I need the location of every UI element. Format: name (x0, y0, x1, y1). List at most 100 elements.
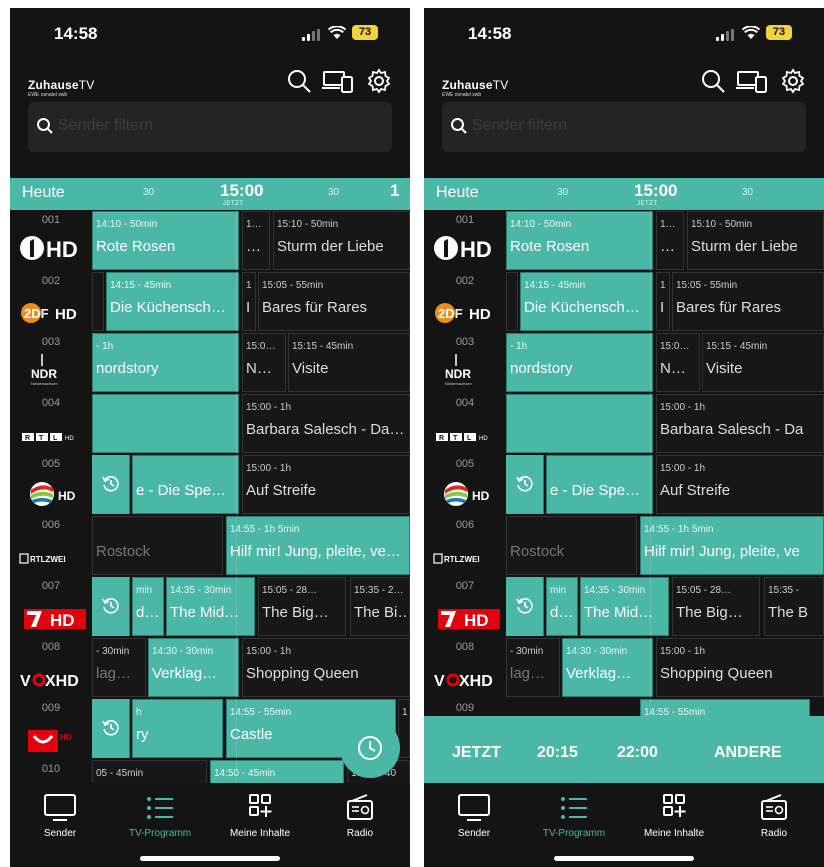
channel-filter-input[interactable]: Sender filtern (28, 102, 392, 152)
channel-cell[interactable]: 009 HD (10, 698, 92, 759)
program-tile[interactable]: 15:00 - 1h Auf Streife (242, 455, 410, 514)
program-tile[interactable]: 1…… (242, 211, 270, 270)
channel-cell[interactable]: 008 V XHD (10, 637, 92, 698)
channel-cell[interactable]: 008 V XHD (424, 637, 506, 698)
channel-cell[interactable]: 005 HD (424, 454, 506, 515)
replay-button[interactable] (92, 577, 130, 636)
quick-2015-button[interactable]: 20:15 (537, 744, 578, 762)
program-tile[interactable]: e - Die Spe… (546, 455, 653, 514)
program-tile[interactable]: 14:30 - 30min Verklag… (148, 638, 239, 697)
replay-button[interactable] (506, 577, 544, 636)
channel-filter-input[interactable]: Sender filtern (442, 102, 806, 152)
program-tile[interactable]: h ry (132, 699, 223, 758)
nav-tv-programm[interactable]: TV-Programm (524, 793, 624, 839)
channel-cell[interactable]: 002 2DF HD (424, 271, 506, 332)
nav-sender[interactable]: Sender (424, 793, 524, 839)
program-tile[interactable]: 15:05 - 55min Bares für Rares (672, 272, 824, 331)
timeline-header[interactable]: Heute 30 15:00 JETZT 30 (424, 178, 824, 210)
channel-cell[interactable]: 005 HD (10, 454, 92, 515)
program-tile[interactable]: 14:10 - 50min Rote Rosen (506, 211, 653, 270)
program-tile[interactable] (92, 272, 104, 331)
search-icon[interactable] (286, 68, 312, 94)
svg-text:HD: HD (479, 436, 488, 442)
list-icon (561, 797, 587, 819)
program-tile[interactable]: Rostock (506, 516, 637, 575)
program-tile[interactable]: - 1h nordstory (92, 333, 239, 392)
channel-cell[interactable]: 003 NDR Niedersachsen (10, 332, 92, 393)
program-tile[interactable]: min d… (546, 577, 578, 636)
program-tile[interactable]: 15:0… N… (242, 333, 286, 392)
program-tile[interactable]: - 1h nordstory (506, 333, 653, 392)
program-tile[interactable]: 15:05 - 28… The Big… (258, 577, 346, 636)
channel-cell[interactable]: 001 HD (10, 210, 92, 271)
program-tile[interactable]: 1…… (656, 211, 684, 270)
program-tile[interactable]: 14:15 - 45min Die Küchensch… (520, 272, 653, 331)
channel-cell[interactable]: 006 RTLZWEI (10, 515, 92, 576)
tv-icon (44, 794, 76, 821)
channel-cell[interactable]: 002 2DF HD (10, 271, 92, 332)
devices-icon[interactable] (322, 68, 354, 94)
epg-grid[interactable]: 001 HD 14:10 - 50min Rote Rosen 1… … 15:10… (10, 210, 410, 790)
program-tile[interactable]: 15:10 - 50min Sturm der Liebe (687, 211, 824, 270)
nav-meine-inhalte[interactable]: Meine Inhalte (210, 793, 310, 839)
program-tile[interactable]: 15:35 - The B (764, 577, 824, 636)
program-tile[interactable]: 15:00 - 1h Barbara Salesch - Da (656, 394, 824, 453)
channel-cell[interactable]: 007 HD (10, 576, 92, 637)
nav-tv-programm[interactable]: TV-Programm (110, 793, 210, 839)
channel-cell[interactable]: 001 HD (424, 210, 506, 271)
program-tile[interactable]: 15:00 - 1h Shopping Queen (242, 638, 410, 697)
replay-button[interactable] (92, 699, 130, 758)
program-tile[interactable]: 15:00 - 1h Barbara Salesch - Da… (242, 394, 410, 453)
nav-radio[interactable]: Radio (310, 793, 410, 839)
search-icon[interactable] (700, 68, 726, 94)
program-tile[interactable]: 14:55 - 1h 5min Hilf mir! Jung, pleite, v… (640, 516, 824, 575)
program-tile[interactable] (506, 394, 653, 453)
nav-radio[interactable]: Radio (724, 793, 824, 839)
program-tile[interactable]: 15:05 - 55min Bares für Rares (258, 272, 410, 331)
program-tile[interactable]: 15:35 - 2… The Bi… (350, 577, 410, 636)
channel-cell[interactable]: 006 RTLZWEI (424, 515, 506, 576)
epg-grid[interactable]: 001 HD 14:10 - 50min Rote Rosen 1… … 15:10… (424, 210, 824, 790)
program-tile[interactable]: 14:35 - 30min The Mid… (580, 577, 669, 636)
program-tile[interactable] (506, 272, 518, 331)
day-label[interactable]: Heute (436, 184, 479, 202)
program-tile[interactable]: 15:15 - 45min Visite (702, 333, 824, 392)
program-tile[interactable]: Rostock (92, 516, 223, 575)
program-tile[interactable]: 15:05 - 28… The Big… (672, 577, 760, 636)
program-tile[interactable]: min d… (132, 577, 164, 636)
timeline-header[interactable]: Heute 30 15:00 JETZT 30 1 (10, 178, 410, 210)
program-tile[interactable]: 15:0… N… (656, 333, 700, 392)
quick-other-button[interactable]: ANDERE (714, 744, 782, 762)
program-time: 15:00 - 1h (660, 646, 706, 657)
quick-2200-button[interactable]: 22:00 (617, 744, 658, 762)
program-tile[interactable]: 1I (656, 272, 670, 331)
program-tile[interactable]: 14:35 - 30min The Mid… (166, 577, 255, 636)
channel-cell[interactable]: 003 NDR Niedersachsen (424, 332, 506, 393)
replay-button[interactable] (92, 455, 130, 514)
program-tile[interactable]: 14:10 - 50min Rote Rosen (92, 211, 239, 270)
replay-button[interactable] (506, 455, 544, 514)
program-tile[interactable]: 14:15 - 45min Die Küchensch… (106, 272, 239, 331)
program-tile[interactable]: - 30min lag… (92, 638, 146, 697)
nav-meine-inhalte[interactable]: Meine Inhalte (624, 793, 724, 839)
quick-now-button[interactable]: JETZT (452, 744, 501, 762)
program-tile[interactable]: 14:55 - 1h 5min Hilf mir! Jung, pleite, v… (226, 516, 410, 575)
program-tile[interactable]: 15:00 - 1h Auf Streife (656, 455, 824, 514)
gear-icon[interactable] (366, 68, 392, 94)
devices-icon[interactable] (736, 68, 768, 94)
program-tile[interactable]: 14:30 - 30min Verklag… (562, 638, 653, 697)
gear-icon[interactable] (780, 68, 806, 94)
program-tile[interactable]: 15:00 - 1h Shopping Queen (656, 638, 824, 697)
program-tile[interactable]: 15:10 - 50min Sturm der Liebe (273, 211, 410, 270)
channel-cell[interactable]: 004 R T L HD (10, 393, 92, 454)
program-tile[interactable]: e - Die Spe… (132, 455, 239, 514)
program-tile[interactable]: 1I (242, 272, 256, 331)
program-tile[interactable]: 15:15 - 45min Visite (288, 333, 410, 392)
time-jump-fab[interactable] (340, 718, 400, 778)
program-tile[interactable] (92, 394, 239, 453)
nav-sender[interactable]: Sender (10, 793, 110, 839)
channel-cell[interactable]: 004 R T L HD (424, 393, 506, 454)
channel-cell[interactable]: 007 HD (424, 576, 506, 637)
day-label[interactable]: Heute (22, 184, 65, 202)
program-tile[interactable]: - 30min lag… (506, 638, 560, 697)
